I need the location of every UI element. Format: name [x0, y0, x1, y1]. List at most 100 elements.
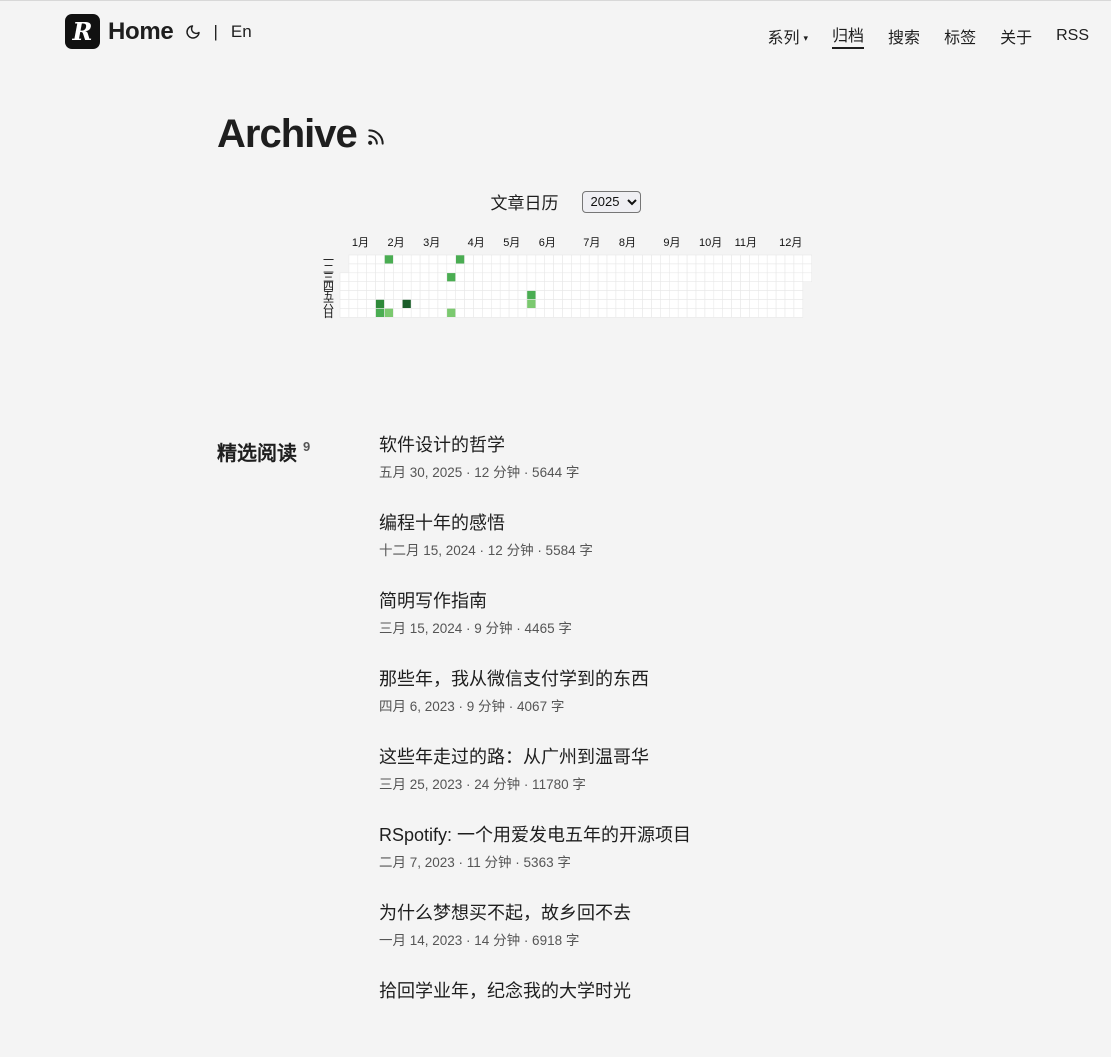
calendar-day-cell[interactable] — [419, 263, 430, 274]
calendar-day-cell[interactable] — [731, 254, 741, 265]
calendar-day-cell[interactable] — [686, 254, 697, 265]
calendar-day-cell[interactable] — [766, 272, 777, 282]
calendar-day-cell[interactable] — [624, 272, 634, 282]
calendar-day-cell[interactable] — [571, 299, 581, 309]
calendar-day-cell[interactable] — [597, 254, 608, 265]
calendar-day-cell[interactable] — [428, 308, 439, 318]
calendar-day-cell[interactable] — [624, 308, 634, 318]
calendar-day-cell[interactable] — [357, 272, 367, 282]
calendar-day-cell[interactable] — [393, 299, 403, 309]
calendar-day-cell[interactable] — [348, 299, 359, 309]
calendar-day-cell[interactable] — [357, 290, 367, 300]
calendar-day-cell[interactable] — [526, 263, 537, 274]
home-link[interactable]: Home — [108, 18, 174, 46]
calendar-day-cell[interactable] — [677, 308, 688, 318]
calendar-day-cell[interactable] — [562, 308, 572, 318]
calendar-day-cell[interactable] — [588, 254, 599, 265]
calendar-day-cell[interactable] — [704, 308, 715, 318]
calendar-day-cell[interactable] — [402, 281, 412, 291]
calendar-day-cell[interactable] — [651, 281, 661, 291]
calendar-day-cell[interactable] — [499, 290, 510, 300]
calendar-day-cell[interactable] — [428, 281, 439, 291]
calendar-day-cell[interactable] — [642, 290, 652, 300]
calendar-day-cell[interactable] — [553, 290, 563, 300]
calendar-day-cell[interactable] — [348, 263, 359, 274]
calendar-day-cell[interactable] — [597, 308, 608, 318]
calendar-day-cell[interactable] — [473, 299, 483, 309]
calendar-day-cell[interactable] — [517, 308, 528, 318]
calendar-day-cell[interactable] — [455, 290, 465, 300]
calendar-day-cell[interactable] — [704, 254, 715, 265]
calendar-day-cell[interactable] — [579, 290, 590, 300]
calendar-day-cell[interactable] — [339, 290, 350, 300]
calendar-day-cell[interactable] — [677, 281, 688, 291]
calendar-day-cell[interactable] — [651, 254, 661, 265]
calendar-day-cell[interactable] — [517, 263, 528, 274]
calendar-day-cell[interactable] — [722, 281, 732, 291]
calendar-day-cell[interactable] — [544, 263, 554, 274]
calendar-day-cell[interactable] — [446, 290, 457, 300]
calendar-day-cell[interactable] — [348, 272, 359, 282]
calendar-day-cell[interactable] — [731, 263, 741, 274]
calendar-day-cell[interactable] — [651, 290, 661, 300]
calendar-day-cell[interactable] — [402, 254, 412, 265]
calendar-day-cell[interactable] — [766, 299, 777, 309]
calendar-day-cell[interactable] — [784, 254, 795, 265]
calendar-day-cell[interactable] — [677, 299, 688, 309]
calendar-day-cell[interactable] — [615, 308, 626, 318]
calendar-day-cell[interactable] — [722, 263, 732, 274]
calendar-day-cell[interactable] — [428, 272, 439, 282]
post-title-link[interactable]: 这些年走过的路：从广州到温哥华 — [379, 745, 979, 769]
calendar-day-cell[interactable] — [686, 272, 697, 282]
calendar-day-cell[interactable] — [571, 272, 581, 282]
calendar-day-cell[interactable] — [535, 281, 546, 291]
calendar-day-cell[interactable] — [579, 281, 590, 291]
calendar-day-cell[interactable] — [553, 281, 563, 291]
calendar-day-cell[interactable] — [526, 308, 537, 318]
calendar-day-cell[interactable] — [482, 308, 492, 318]
calendar-day-cell[interactable] — [410, 254, 421, 265]
calendar-day-cell[interactable] — [660, 272, 670, 282]
calendar-day-cell[interactable] — [491, 281, 501, 291]
calendar-day-cell[interactable] — [606, 299, 617, 309]
calendar-day-cell[interactable] — [419, 308, 430, 318]
calendar-day-cell[interactable] — [375, 272, 385, 282]
calendar-day-cell[interactable] — [384, 281, 394, 291]
calendar-day-cell[interactable] — [757, 254, 768, 265]
calendar-day-cell[interactable] — [491, 263, 501, 274]
calendar-day-cell[interactable] — [473, 263, 483, 274]
calendar-day-cell[interactable] — [713, 263, 723, 274]
calendar-day-cell[interactable] — [535, 299, 546, 309]
calendar-day-cell[interactable] — [464, 272, 474, 282]
calendar-day-cell[interactable] — [375, 254, 385, 265]
calendar-day-cell[interactable] — [535, 290, 546, 300]
calendar-day-cell[interactable] — [704, 290, 715, 300]
calendar-day-cell[interactable] — [384, 272, 394, 282]
calendar-day-cell-with-post[interactable] — [375, 308, 385, 318]
calendar-day-cell[interactable] — [704, 272, 715, 282]
calendar-day-cell[interactable] — [606, 281, 617, 291]
calendar-day-cell[interactable] — [624, 299, 634, 309]
calendar-day-cell[interactable] — [597, 290, 608, 300]
calendar-day-cell[interactable] — [339, 299, 350, 309]
language-switch-link[interactable]: En — [231, 22, 252, 42]
calendar-day-cell[interactable] — [402, 308, 412, 318]
calendar-day-cell[interactable] — [642, 299, 652, 309]
calendar-day-cell[interactable] — [517, 281, 528, 291]
nav-item-about[interactable]: 关于 — [1000, 24, 1032, 48]
calendar-day-cell[interactable] — [535, 272, 546, 282]
calendar-day-cell[interactable] — [375, 290, 385, 300]
calendar-day-cell-with-post[interactable] — [526, 299, 537, 309]
calendar-day-cell[interactable] — [402, 272, 412, 282]
calendar-day-cell[interactable] — [428, 290, 439, 300]
calendar-day-cell[interactable] — [562, 263, 572, 274]
calendar-day-cell[interactable] — [677, 272, 688, 282]
calendar-day-cell[interactable] — [393, 281, 403, 291]
calendar-day-cell[interactable] — [508, 263, 519, 274]
calendar-day-cell[interactable] — [482, 290, 492, 300]
calendar-day-cell[interactable] — [366, 272, 376, 282]
calendar-day-cell[interactable] — [588, 290, 599, 300]
calendar-day-cell[interactable] — [606, 272, 617, 282]
calendar-day-cell[interactable] — [624, 290, 634, 300]
calendar-day-cell[interactable] — [455, 308, 465, 318]
